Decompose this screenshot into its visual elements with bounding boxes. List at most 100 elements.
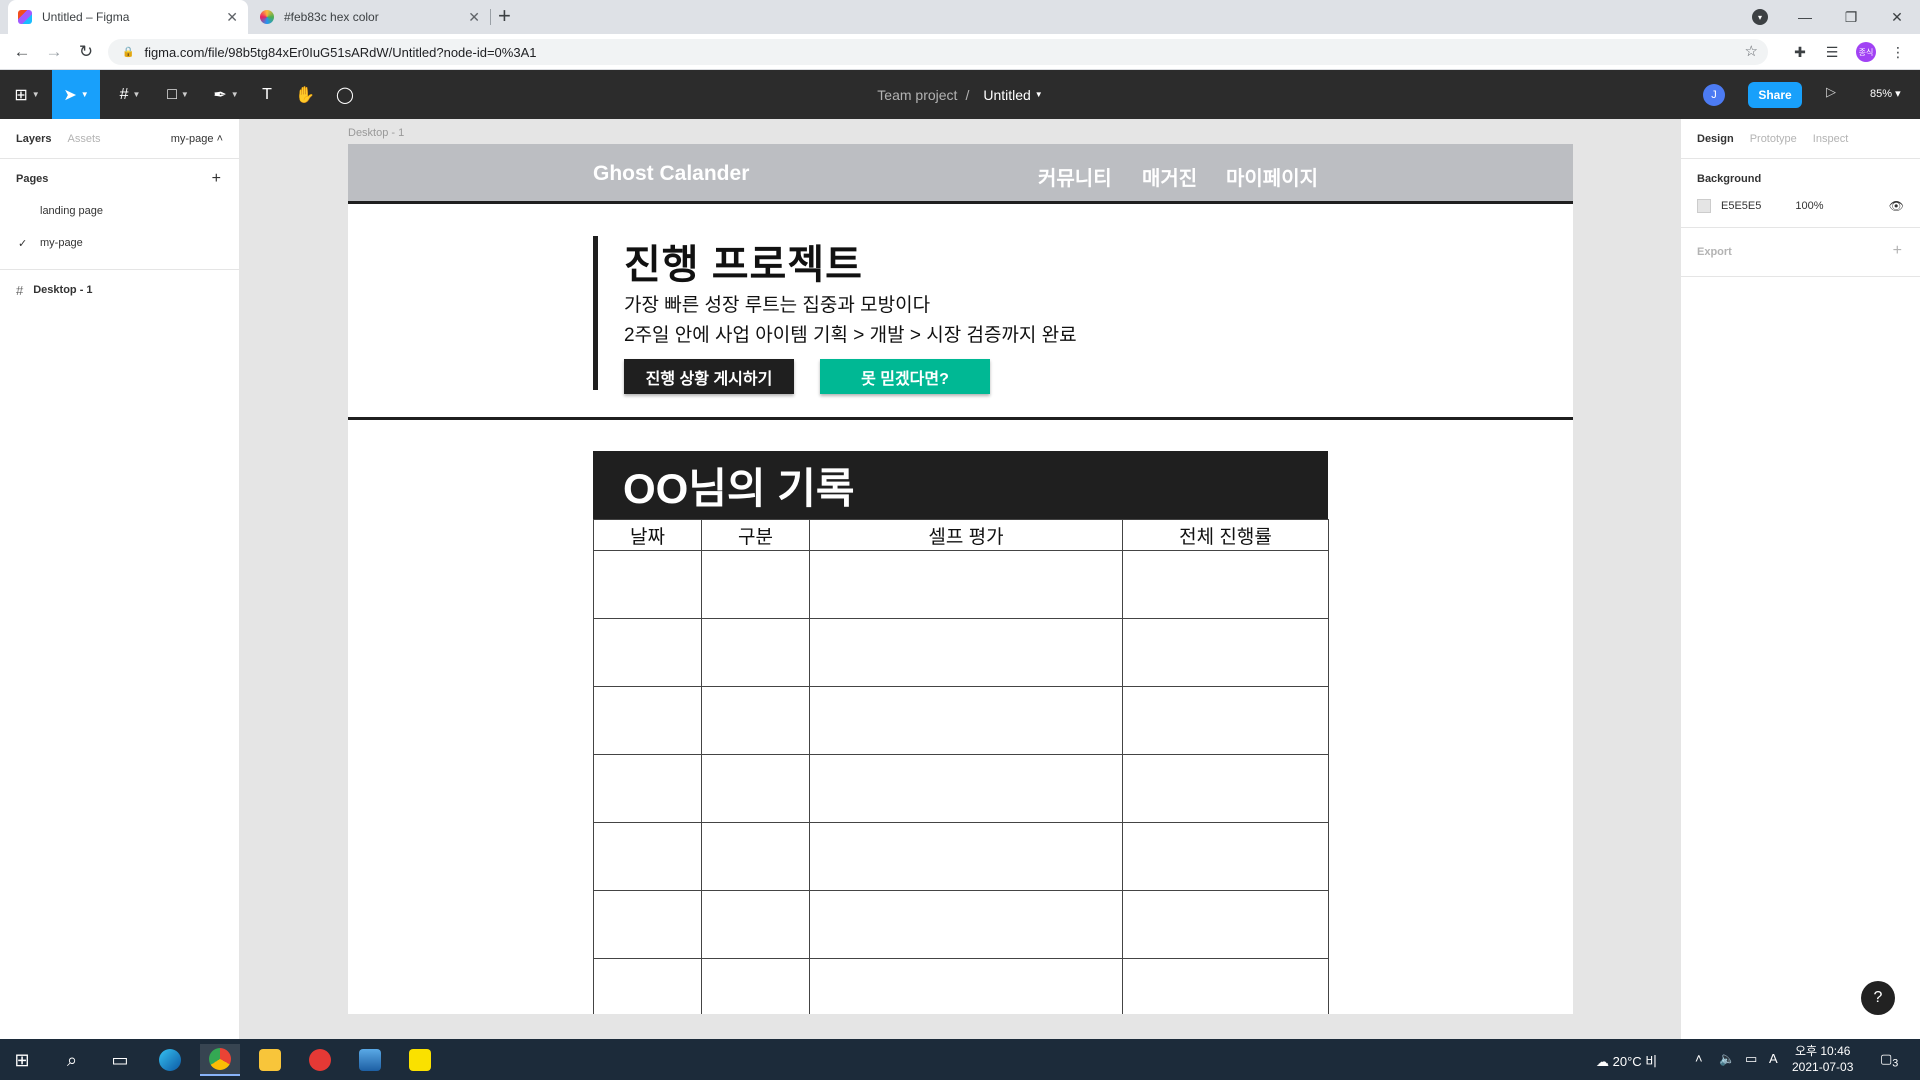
column-header-progress: 전체 진행률: [1122, 519, 1329, 551]
browser-tab-hex[interactable]: #feb83c hex color ✕: [250, 0, 490, 34]
network-icon[interactable]: ▭: [1745, 1051, 1757, 1067]
table-header-row: 날짜 구분 셀프 평가 전체 진행률: [593, 519, 1329, 551]
close-icon[interactable]: ✕: [468, 9, 480, 26]
weather-widget[interactable]: ☁ 20°C 비: [1596, 1051, 1657, 1070]
reading-list-icon[interactable]: ☰: [1822, 42, 1842, 62]
chrome-icon[interactable]: [200, 1044, 240, 1076]
move-tool-icon[interactable]: ➤ ▼: [52, 70, 100, 119]
file-explorer-icon[interactable]: [250, 1044, 290, 1076]
tab-prototype[interactable]: Prototype: [1750, 133, 1797, 145]
window-close-icon[interactable]: ✕: [1874, 0, 1920, 34]
url-input[interactable]: 🔒 figma.com/file/98b5tg84xEr0IuG51sARdW/…: [108, 39, 1768, 65]
table-cell: [701, 890, 810, 959]
system-clock[interactable]: 오후 10:46 2021-07-03: [1792, 1043, 1853, 1075]
edge-icon[interactable]: [150, 1044, 190, 1076]
colorhex-favicon-icon: [260, 10, 274, 24]
table-cell: [593, 550, 702, 619]
background-fill-row[interactable]: E5E5E5 100% 👁: [1681, 195, 1920, 228]
post-progress-button[interactable]: 진행 상황 게시하기: [624, 359, 794, 394]
zoom-value: 85%: [1870, 88, 1893, 100]
table-cell: [1122, 890, 1329, 959]
add-export-icon[interactable]: +: [1893, 242, 1902, 260]
nav-mypage[interactable]: 마이페이지: [1226, 162, 1318, 191]
brand-logo[interactable]: Ghost Calander: [593, 162, 749, 186]
design-canvas[interactable]: Desktop - 1 Ghost Calander 커뮤니티 매거진 마이페이…: [241, 119, 1680, 1039]
tab-search-icon[interactable]: ▾: [1752, 9, 1768, 25]
chevron-down-icon[interactable]: ▼: [1035, 90, 1043, 99]
kakaotalk-icon[interactable]: [400, 1044, 440, 1076]
browser-tab-bar: Untitled – Figma ✕ #feb83c hex color ✕ +…: [0, 0, 1920, 34]
file-name[interactable]: Untitled: [983, 87, 1030, 103]
tab-assets[interactable]: Assets: [67, 133, 100, 145]
text-tool-icon[interactable]: T: [252, 70, 282, 119]
table-row: [593, 958, 1329, 1014]
more-menu-icon[interactable]: ⋮: [1888, 42, 1908, 62]
forward-icon[interactable]: →: [42, 40, 66, 64]
pen-tool-icon[interactable]: ✒ ▼: [206, 70, 246, 119]
section-divider: [348, 417, 1573, 420]
frame-label[interactable]: Desktop - 1: [348, 127, 404, 139]
ime-icon[interactable]: A: [1769, 1051, 1778, 1066]
media-app-icon[interactable]: [300, 1044, 340, 1076]
table-cell: [1122, 550, 1329, 619]
reload-icon[interactable]: ↻: [74, 40, 98, 64]
user-avatar[interactable]: J: [1703, 84, 1725, 106]
visibility-eye-icon[interactable]: 👁: [1889, 199, 1904, 213]
share-button[interactable]: Share: [1748, 82, 1802, 108]
hero-subtitle-2: 2주일 안에 사업 아이템 기획 > 개발 > 시장 검증까지 완료: [624, 325, 1077, 346]
shape-tool-icon[interactable]: □ ▼: [158, 70, 198, 119]
frame-tool-icon[interactable]: # ▼: [110, 70, 150, 119]
table-cell: [1122, 822, 1329, 891]
back-icon[interactable]: ←: [10, 40, 34, 64]
close-icon[interactable]: ✕: [226, 9, 238, 26]
figma-favicon-icon: [18, 10, 32, 24]
current-page-selector[interactable]: my-page ˄: [171, 133, 223, 145]
page-item-landing[interactable]: landing page: [0, 195, 239, 227]
help-button[interactable]: ?: [1861, 981, 1895, 1015]
new-tab-icon[interactable]: +: [498, 3, 511, 29]
figma-menu-icon[interactable]: ⊞ ▼: [8, 70, 46, 119]
hand-tool-icon[interactable]: ✋: [288, 70, 322, 119]
tab-design[interactable]: Design: [1697, 133, 1734, 145]
table-cell: [809, 754, 1123, 823]
restore-icon[interactable]: ❐: [1828, 0, 1874, 34]
profile-avatar[interactable]: 종식: [1856, 42, 1876, 62]
nav-community[interactable]: 커뮤니티: [1038, 162, 1112, 191]
task-view-icon[interactable]: ▭: [100, 1044, 140, 1076]
add-page-icon[interactable]: +: [212, 170, 221, 188]
search-icon[interactable]: ⌕: [52, 1044, 92, 1076]
photos-icon[interactable]: [350, 1044, 390, 1076]
tab-inspect[interactable]: Inspect: [1813, 133, 1848, 145]
column-header-self-eval: 셀프 평가: [809, 519, 1123, 551]
check-icon: ✓: [18, 237, 28, 250]
table-cell: [809, 550, 1123, 619]
tray-chevron-icon[interactable]: ˄: [1695, 1051, 1703, 1066]
table-cell: [809, 958, 1123, 1014]
team-name[interactable]: Team project: [877, 87, 957, 103]
notification-icon[interactable]: ▢3: [1880, 1051, 1898, 1070]
minimize-icon[interactable]: —: [1782, 0, 1828, 34]
color-swatch[interactable]: [1697, 199, 1711, 213]
browser-tab-figma[interactable]: Untitled – Figma ✕: [8, 0, 248, 34]
volume-icon[interactable]: 🔈: [1719, 1051, 1735, 1067]
desktop-frame[interactable]: Ghost Calander 커뮤니티 매거진 마이페이지 진행 프로젝트 가장…: [348, 144, 1573, 1014]
extensions-icon[interactable]: ✚: [1790, 42, 1810, 62]
tab-title: Untitled – Figma: [42, 10, 130, 24]
proof-button[interactable]: 못 믿겠다면?: [820, 359, 990, 394]
export-section: Export +: [1681, 228, 1920, 277]
clock-date: 2021-07-03: [1792, 1060, 1854, 1074]
tab-title: #feb83c hex color: [284, 10, 379, 24]
background-hex[interactable]: E5E5E5: [1721, 200, 1761, 212]
table-cell: [701, 958, 810, 1014]
bookmark-star-icon[interactable]: ☆: [1745, 42, 1758, 60]
background-opacity[interactable]: 100%: [1795, 200, 1823, 212]
windows-start-icon[interactable]: ⊞: [2, 1044, 42, 1076]
table-cell: [809, 890, 1123, 959]
page-item-my-page[interactable]: ✓ my-page: [0, 227, 239, 259]
nav-magazine[interactable]: 매거진: [1142, 162, 1197, 191]
tab-layers[interactable]: Layers: [16, 133, 51, 145]
comment-tool-icon[interactable]: ◯: [328, 70, 362, 119]
layer-item-desktop-1[interactable]: # Desktop - 1: [0, 274, 239, 306]
zoom-level[interactable]: 85% ▾: [1870, 87, 1901, 100]
present-play-icon[interactable]: ▷: [1826, 84, 1836, 100]
